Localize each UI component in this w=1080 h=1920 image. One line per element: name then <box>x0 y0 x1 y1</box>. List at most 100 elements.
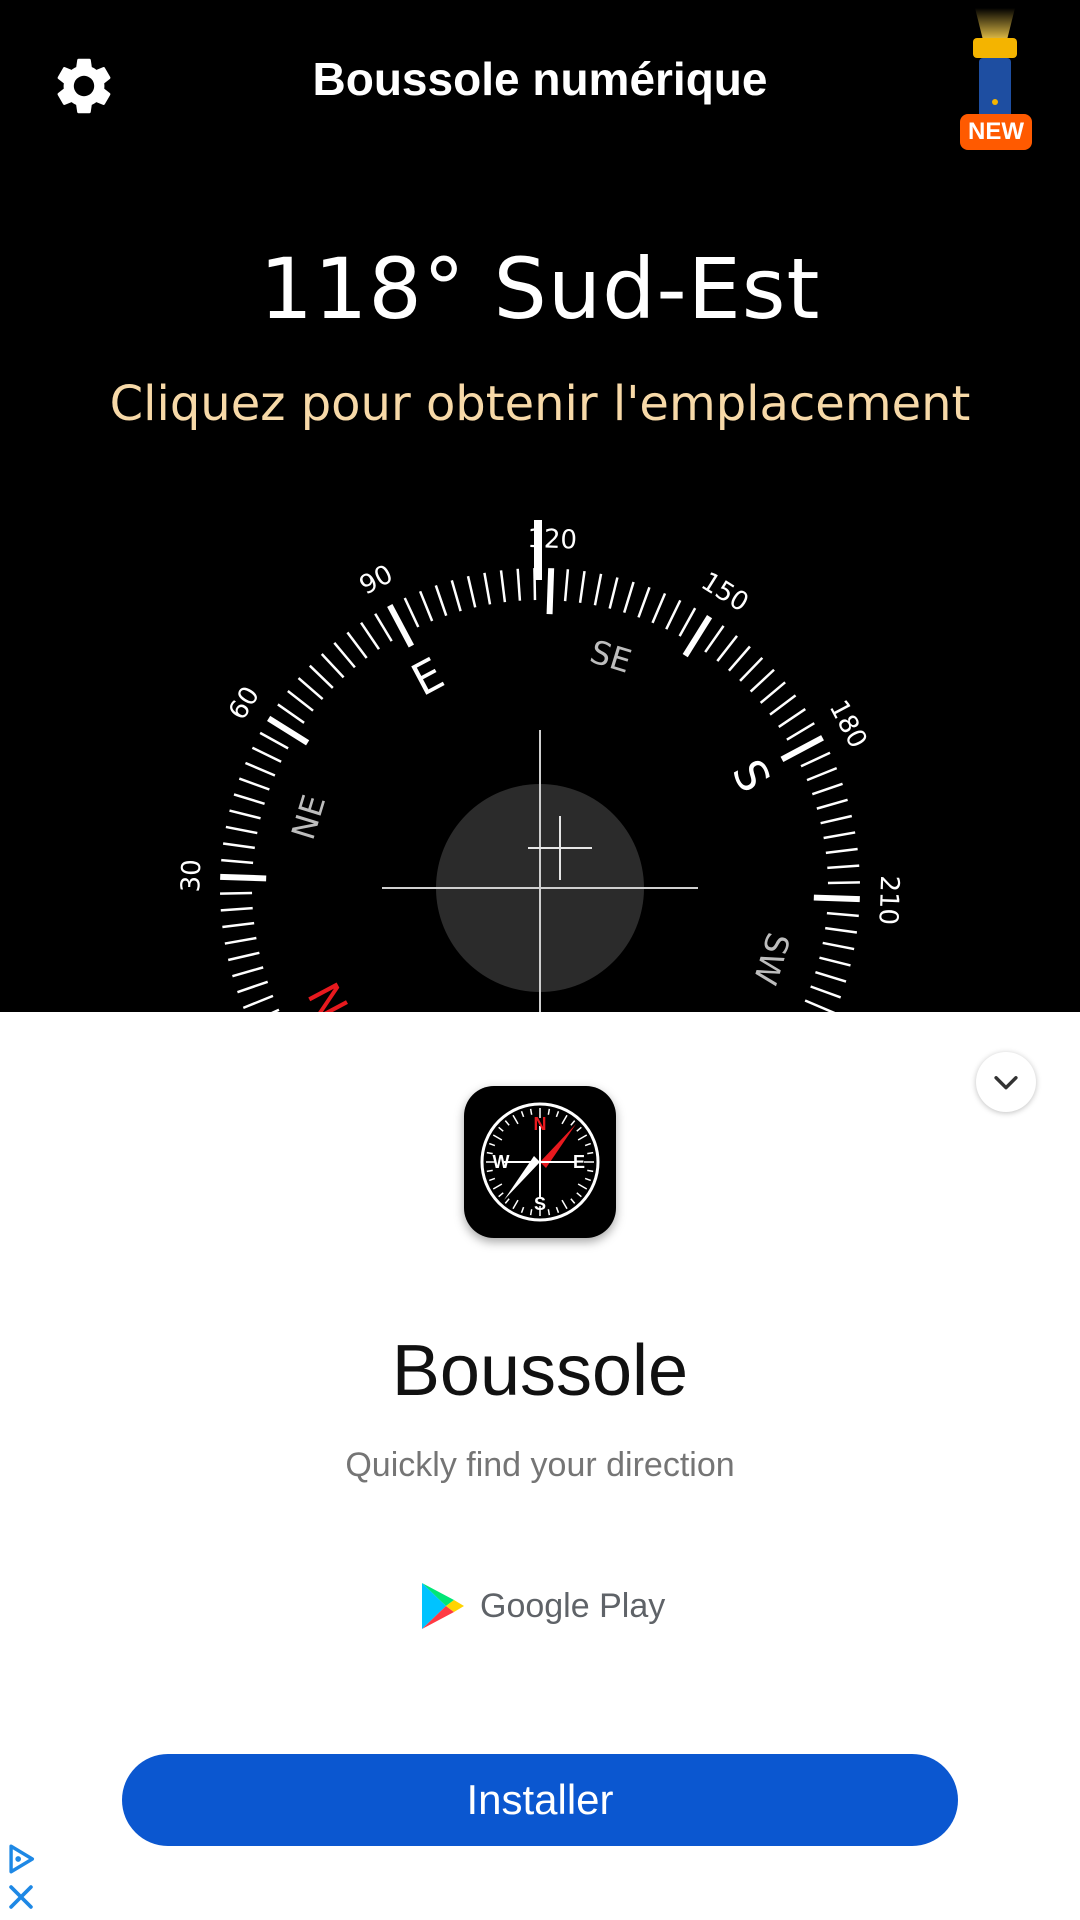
compass-tick <box>277 703 305 724</box>
compass-tick <box>220 891 253 895</box>
compass-tick <box>220 873 267 882</box>
compass-tick <box>827 864 860 870</box>
compass-tick <box>716 635 738 662</box>
compass-tick <box>578 570 586 603</box>
compass-tick <box>251 746 282 763</box>
compass-tick <box>516 568 522 601</box>
compass-label: 30 <box>176 859 207 893</box>
icon-tick <box>529 1108 533 1115</box>
ad-app-name: Boussole <box>391 1331 689 1411</box>
icon-tick <box>587 1151 594 1155</box>
compass-tick <box>387 604 415 648</box>
compass-tick <box>499 570 507 603</box>
compass-label: SW <box>746 928 798 989</box>
compass-label: S <box>722 752 780 801</box>
compass-tick <box>418 590 434 622</box>
ad-tagline: Quickly find your direction <box>345 1446 735 1484</box>
chevron-down-icon <box>994 1076 1018 1090</box>
compass-tick <box>804 999 836 1012</box>
google-play-label: Google Play <box>480 1586 666 1625</box>
compass-tick <box>229 809 261 820</box>
compass-tick <box>220 906 253 912</box>
svg-text:S: S <box>534 1194 546 1214</box>
google-play-logo: Google Play <box>420 1578 665 1634</box>
compass-tick <box>221 858 254 865</box>
compass-tick <box>403 597 420 628</box>
compass-tick <box>374 613 393 642</box>
compass-tick <box>222 921 255 929</box>
compass-tick <box>563 569 570 602</box>
collapse-button[interactable] <box>976 1052 1036 1112</box>
compass-label: E <box>404 648 453 706</box>
compass-label: 210 <box>872 875 904 926</box>
compass-tick <box>297 677 324 700</box>
compass-tick <box>819 956 851 967</box>
compass-tick <box>233 793 265 805</box>
compass-tick <box>827 881 860 885</box>
compass-tick <box>238 777 270 791</box>
compass-tick <box>678 607 697 637</box>
compass-tick <box>222 842 255 850</box>
svg-text:E: E <box>573 1152 585 1172</box>
compass-label: N <box>299 973 359 1012</box>
compass-label: 180 <box>823 695 873 753</box>
compass-tick <box>242 994 274 1010</box>
svg-text:N: N <box>534 1114 547 1134</box>
compass-app-icon: N E S W <box>480 1102 600 1222</box>
compass-tick <box>786 722 815 741</box>
compass-tick <box>778 708 806 728</box>
compass-tick <box>434 585 448 617</box>
compass-tick <box>608 577 619 609</box>
compass-tick <box>769 694 797 716</box>
compass-tick <box>800 751 831 768</box>
compass-tick <box>823 831 856 840</box>
compass-label: 90 <box>355 559 398 601</box>
icon-tick <box>529 1209 533 1216</box>
compass-tick <box>815 971 847 983</box>
compass-tick <box>813 894 860 903</box>
compass-tick <box>665 599 682 630</box>
compass-screen: Boussole numérique NEW 118° Sud-Est Cliq… <box>0 0 1080 1012</box>
compass-tick <box>546 568 555 615</box>
compass-label: NE <box>284 791 333 844</box>
compass-tick <box>237 980 269 994</box>
compass-tick <box>651 592 667 624</box>
compass-tick <box>483 572 492 605</box>
ad-app-icon[interactable]: N E S W <box>464 1086 616 1238</box>
compass-tick <box>333 642 356 669</box>
compass-tick <box>259 731 289 750</box>
compass-tick <box>820 814 853 825</box>
compass-tick <box>346 631 368 659</box>
compass-dial: 306090120150180210NEE SESSWN <box>176 520 904 1012</box>
heading-marker <box>534 520 542 580</box>
compass-tick <box>810 985 842 999</box>
compass-tick <box>227 951 260 962</box>
compass-tick <box>806 766 838 782</box>
play-store-icon <box>422 1583 464 1629</box>
icon-tick <box>547 1209 551 1216</box>
compass-tick <box>728 645 751 672</box>
compass-tick <box>232 966 264 978</box>
compass-tick <box>739 656 764 682</box>
compass-tick <box>822 941 855 951</box>
compass-tick <box>780 735 824 763</box>
compass-label: 60 <box>223 681 266 725</box>
adchoices-icon[interactable] <box>4 1842 38 1876</box>
compass-tick <box>811 782 843 796</box>
icon-tick <box>587 1169 594 1173</box>
compass-tick <box>244 761 276 777</box>
close-ad-icon[interactable] <box>4 1880 38 1914</box>
compass-tick <box>759 681 786 704</box>
compass-tick <box>225 825 258 835</box>
compass-tick <box>623 581 635 613</box>
compass-tick <box>450 580 462 612</box>
svg-text:W: W <box>493 1152 510 1172</box>
compass-tick <box>308 664 334 689</box>
compass-label: 150 <box>696 567 754 619</box>
compass-tick <box>825 847 858 855</box>
compass-tick <box>704 625 725 653</box>
compass-tick <box>825 926 858 934</box>
install-button[interactable]: Installer <box>122 1754 958 1846</box>
compass-tick <box>637 586 651 618</box>
compass-tick <box>287 690 314 712</box>
